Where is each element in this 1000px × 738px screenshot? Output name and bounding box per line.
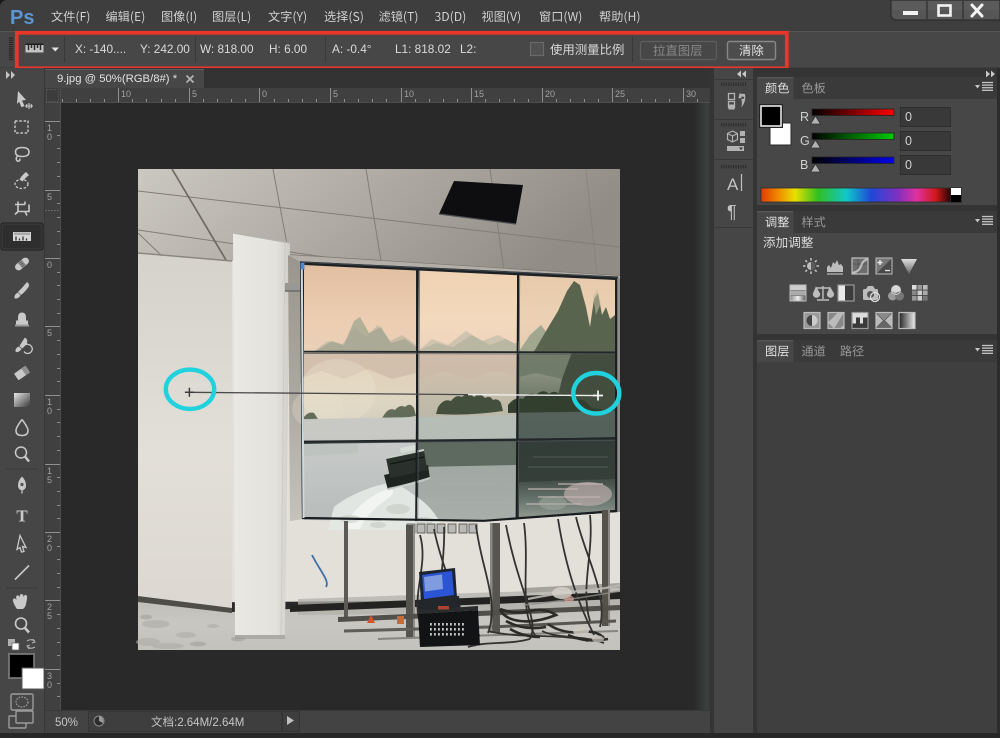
svg-text:0: 0 xyxy=(47,543,52,553)
svg-text:¶: ¶ xyxy=(727,202,737,222)
svg-text:5: 5 xyxy=(47,475,52,485)
svg-text:A: -0.4°: A: -0.4° xyxy=(332,42,372,56)
svg-text:0: 0 xyxy=(905,110,912,124)
svg-text:0: 0 xyxy=(905,134,912,148)
svg-text:0: 0 xyxy=(905,158,912,172)
svg-text:Y: 242.00: Y: 242.00 xyxy=(140,42,190,56)
svg-text:20: 20 xyxy=(545,89,555,99)
svg-text:L2:: L2: xyxy=(460,42,476,56)
svg-text:G: G xyxy=(800,134,810,148)
svg-text:A: A xyxy=(727,175,739,194)
svg-text:Ps: Ps xyxy=(10,7,34,29)
svg-text:R: R xyxy=(800,110,809,124)
svg-text:0: 0 xyxy=(47,260,52,270)
svg-text:15: 15 xyxy=(474,89,484,99)
svg-text:5: 5 xyxy=(47,328,52,338)
svg-text:L1: 818.02: L1: 818.02 xyxy=(395,42,451,56)
svg-text::2.64M/2.64M: :2.64M/2.64M xyxy=(174,717,244,729)
svg-text:0: 0 xyxy=(47,406,52,416)
svg-text:10: 10 xyxy=(121,89,131,99)
svg-text:5: 5 xyxy=(47,192,52,202)
svg-text:H: 6.00: H: 6.00 xyxy=(269,42,307,56)
svg-text:X: -140....: X: -140.... xyxy=(75,42,126,56)
svg-text:W: 818.00: W: 818.00 xyxy=(200,42,254,56)
svg-text:0: 0 xyxy=(47,132,52,142)
svg-text:0: 0 xyxy=(262,89,267,99)
svg-text:0: 0 xyxy=(47,680,52,690)
svg-text:9.jpg @ 50%(RGB/8#) *: 9.jpg @ 50%(RGB/8#) * xyxy=(57,73,178,85)
svg-text:5: 5 xyxy=(47,611,52,621)
svg-text:T: T xyxy=(16,507,28,526)
svg-text:5: 5 xyxy=(192,89,197,99)
svg-text:50%: 50% xyxy=(55,717,78,729)
svg-text:30: 30 xyxy=(686,89,696,99)
svg-text:B: B xyxy=(800,158,808,172)
svg-text:10: 10 xyxy=(404,89,414,99)
svg-text:25: 25 xyxy=(615,89,625,99)
svg-text:5: 5 xyxy=(333,89,338,99)
